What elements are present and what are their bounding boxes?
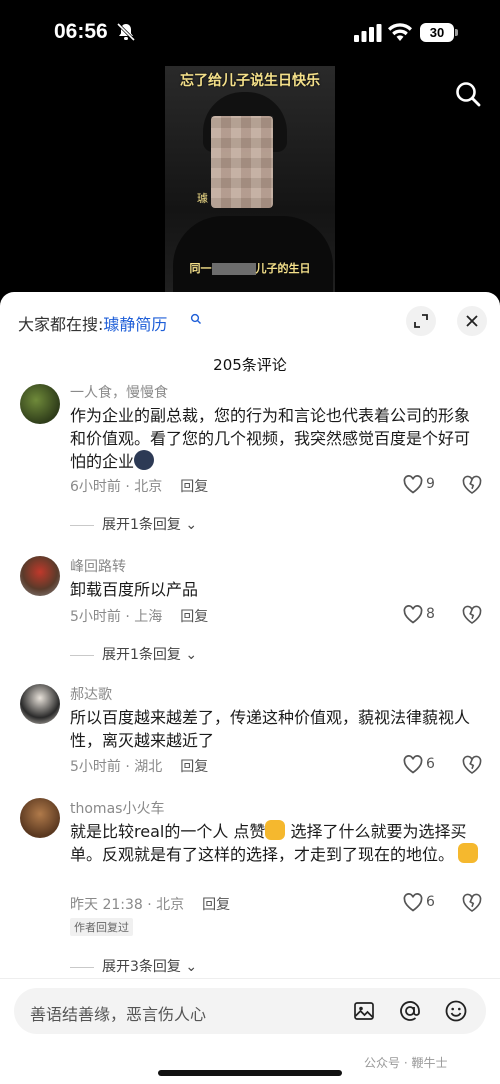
video-name-tag: 璩 (197, 192, 208, 205)
sheet-header: 大家都在搜:璩静简历 (0, 292, 500, 348)
heart-icon (403, 893, 423, 912)
comment-text: 卸载百度所以产品 (70, 580, 199, 599)
reply-button[interactable]: 回复 (202, 897, 230, 913)
blurred-face (211, 116, 273, 208)
comment-count: 205条评论 (213, 356, 287, 374)
reply-button[interactable]: 回复 (180, 479, 208, 495)
comment-username[interactable]: thomas小火车 (70, 798, 164, 818)
close-button[interactable] (457, 306, 487, 336)
emoji-icon[interactable] (444, 999, 468, 1023)
bell-muted-icon (116, 22, 136, 42)
broken-heart-icon[interactable] (462, 605, 482, 625)
status-bar: 06:56 30 (0, 0, 500, 64)
broken-heart-icon[interactable] (462, 893, 482, 913)
comment-input-placeholder[interactable]: 善语结善缘，恶言伤人心 (30, 1001, 206, 1025)
avatar[interactable] (20, 798, 60, 838)
expand-replies[interactable]: 展开3条回复 ⌄ (70, 956, 197, 976)
avatar[interactable] (20, 556, 60, 596)
avatar[interactable] (20, 384, 60, 424)
battery-indicator: 30 (420, 23, 458, 42)
author-replied-badge: 作者回复过 (70, 918, 133, 936)
scared-emoji-icon (134, 450, 155, 470)
image-icon[interactable] (352, 999, 376, 1023)
wifi-icon (388, 23, 412, 41)
search-icon[interactable] (454, 80, 482, 108)
home-indicator[interactable] (158, 1070, 342, 1076)
comment-meta: 5小时前 · 上海 回复 (70, 606, 208, 626)
expand-icon (414, 314, 428, 328)
heart-icon (403, 755, 423, 774)
video-title: 忘了给儿子说生日快乐 (180, 73, 320, 89)
expand-replies[interactable]: 展开1条回复 ⌄ (70, 644, 197, 664)
comment-body-part1: 就是比较real的一个人 点赞 (70, 822, 266, 841)
like-count: 6 (426, 756, 435, 772)
comment-username[interactable]: 一人食，慢慢食 (70, 382, 168, 402)
comment-text: 就是比较real的一个人 点赞 选择了什么就要为选择买单。反观就是有了这样的选择… (70, 820, 482, 866)
status-time: 06:56 (54, 20, 108, 43)
divider-line (70, 654, 94, 656)
comment-username[interactable]: 郝达歌 (70, 684, 112, 704)
comment-username[interactable]: 峰回路转 (70, 556, 126, 576)
comment-text: 作为企业的副总裁，您的行为和言论也代表着公司的形象和价值观。看了您的几个视频，我… (70, 404, 482, 473)
caption-left: 同一 (189, 262, 212, 275)
comment-time: 5小时前 · 上海 (70, 609, 163, 625)
comments-sheet: 大家都在搜:璩静简历 205条评论 一人食，慢慢食 作为企业的副总裁，您的行为和… (0, 292, 500, 1084)
trending-search[interactable]: 大家都在搜:璩静简历 (18, 311, 167, 335)
comment-meta: 6小时前 · 北京 回复 (70, 476, 208, 496)
like-count: 8 (426, 606, 435, 622)
like-button[interactable]: 6 (403, 754, 453, 776)
divider-line (70, 966, 94, 968)
heart-icon (403, 475, 423, 494)
comment-time: 6小时前 · 北京 (70, 479, 163, 495)
comment-input-bar[interactable]: 善语结善缘，恶言伤人心 (14, 988, 486, 1034)
like-count: 6 (426, 894, 435, 910)
comment-meta: 昨天 21:38 · 北京 回复 (70, 894, 230, 914)
caption-right: 儿子的生日 (255, 262, 311, 275)
broken-heart-icon[interactable] (462, 475, 482, 495)
close-icon (466, 315, 478, 327)
broken-heart-icon[interactable] (462, 755, 482, 775)
comment-time: 昨天 21:38 · 北京 (70, 897, 185, 913)
video-preview[interactable]: 忘了给儿子说生日快乐 璩 同一 儿子的生日 (165, 66, 335, 306)
thumbs-up-emoji-icon (265, 820, 286, 840)
input-divider (0, 978, 500, 979)
trending-query[interactable]: 璩静简历 (103, 315, 167, 334)
comment-meta: 5小时前 · 湖北 回复 (70, 756, 208, 776)
comment-text: 所以百度越来越差了，传递这种价值观，藐视法律藐视人性，离灭越来越近了 (70, 708, 471, 750)
mention-icon[interactable] (398, 999, 422, 1023)
reply-button[interactable]: 回复 (180, 609, 208, 625)
comment-time: 5小时前 · 湖北 (70, 759, 163, 775)
clap-emoji-icon (458, 843, 479, 863)
reply-button[interactable]: 回复 (180, 759, 208, 775)
expand-replies-label: 展开1条回复 (102, 517, 181, 533)
like-button[interactable]: 8 (403, 604, 453, 626)
cellular-signal-icon (354, 24, 382, 42)
caption-mosaic (211, 263, 256, 275)
search-small-icon (190, 313, 201, 324)
heart-icon (403, 605, 423, 624)
expand-replies-label: 展开1条回复 (102, 647, 181, 663)
divider-line (70, 524, 94, 526)
comment-body: 作为企业的副总裁，您的行为和言论也代表着公司的形象和价值观。看了您的几个视频，我… (70, 406, 471, 471)
like-button[interactable]: 9 (403, 474, 453, 496)
expand-replies-label: 展开3条回复 (102, 959, 181, 975)
video-caption: 同一 儿子的生日 (165, 260, 335, 276)
like-count: 9 (426, 476, 435, 492)
watermark: 公众号 · 鞭牛士 (364, 1056, 448, 1070)
like-button[interactable]: 6 (403, 892, 453, 914)
avatar[interactable] (20, 684, 60, 724)
trending-label: 大家都在搜: (18, 315, 104, 334)
expand-button[interactable] (406, 306, 436, 336)
expand-replies[interactable]: 展开1条回复 ⌄ (70, 514, 197, 534)
